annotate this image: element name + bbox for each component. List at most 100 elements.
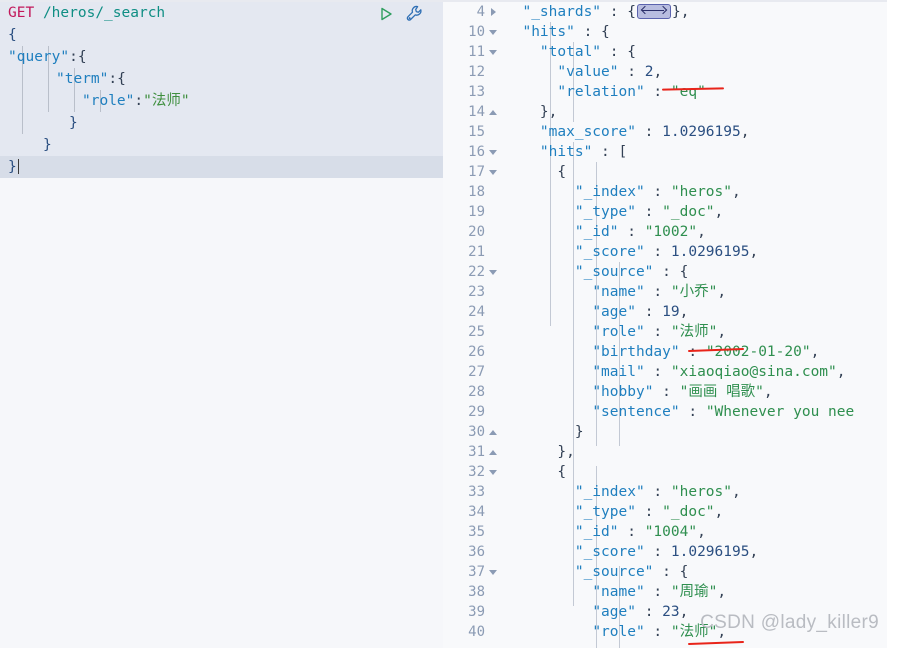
request-line-6[interactable]: } [0, 134, 443, 156]
gutter-row[interactable]: 21 [443, 242, 505, 262]
response-line[interactable]: "name" : "小乔", [505, 282, 726, 302]
response-line[interactable]: "total" : { [505, 42, 636, 62]
fold-toggle-down-icon[interactable] [487, 562, 499, 582]
response-line[interactable]: "birthday" : "2002-01-20", [505, 342, 819, 362]
gutter-row[interactable]: 28 [443, 382, 505, 402]
triangle-up-icon [489, 109, 497, 115]
request-line-3[interactable]: "term":{ [0, 68, 443, 90]
response-viewer-pane[interactable]: 4 10 11 12 13 14 15 16 17 18 19 20 21 22 23 24 25 26 27 28 2… [443, 0, 887, 648]
response-line[interactable]: { [505, 462, 566, 482]
gutter-row[interactable]: 37 [443, 562, 505, 582]
collapsed-fold-placeholder-icon[interactable] [636, 3, 671, 19]
gutter-row[interactable]: 16 [443, 142, 505, 162]
response-line[interactable]: }, [505, 102, 557, 122]
gutter-row[interactable]: 23 [443, 282, 505, 302]
gutter-row[interactable]: 10 [443, 22, 505, 42]
response-line[interactable]: "_index" : "heros", [505, 482, 741, 502]
request-action-buttons[interactable] [377, 4, 425, 24]
response-line[interactable]: "age" : 19, [505, 302, 688, 322]
response-line[interactable]: "value" : 2, [505, 62, 662, 82]
elasticsearch-console: GET /heros/_search { "query":{ "term":{ … [0, 0, 904, 648]
gutter-row[interactable]: 22 [443, 262, 505, 282]
request-line-2[interactable]: "query":{ [0, 46, 443, 68]
gutter-row[interactable]: 14 [443, 102, 505, 122]
request-line-4[interactable]: "role":"法师" [0, 90, 443, 112]
fold-toggle-down-icon[interactable] [487, 162, 499, 182]
request-line-1[interactable]: { [0, 24, 443, 46]
response-line[interactable]: "_score" : 1.0296195, [505, 242, 758, 262]
gutter-row[interactable]: 33 [443, 482, 505, 502]
fold-toggle-up-icon[interactable] [487, 102, 499, 122]
gutter-row[interactable]: 25 [443, 322, 505, 342]
gutter-row[interactable]: 40 [443, 622, 505, 642]
gutter-row[interactable]: 27 [443, 362, 505, 382]
fold-toggle-up-icon[interactable] [487, 422, 499, 442]
gutter-row[interactable]: 11 [443, 42, 505, 62]
play-icon[interactable] [377, 5, 395, 23]
fold-toggle-right-icon[interactable] [487, 2, 499, 22]
response-line[interactable]: "hits" : { [505, 22, 609, 42]
response-line[interactable]: "name" : "周瑜", [505, 582, 726, 602]
response-line[interactable]: "relation" : "eq" [505, 82, 705, 102]
response-line[interactable]: "_shards" : {}, [505, 2, 689, 22]
line-number: 27 [468, 364, 485, 380]
gutter-row[interactable]: 20 [443, 222, 505, 242]
response-line[interactable]: "age" : 23, [505, 602, 688, 622]
line-number: 25 [468, 324, 485, 340]
response-line[interactable]: "_id" : "1002", [505, 222, 706, 242]
gutter-row[interactable]: 26 [443, 342, 505, 362]
request-block[interactable]: GET /heros/_search { "query":{ "term":{ … [0, 2, 443, 178]
fold-toggle-down-icon[interactable] [487, 462, 499, 482]
triangle-down-icon [489, 149, 497, 155]
fold-toggle-down-icon[interactable] [487, 22, 499, 42]
response-line[interactable]: { [505, 162, 566, 182]
gutter-row[interactable]: 18 [443, 182, 505, 202]
response-line[interactable]: "hits" : [ [505, 142, 627, 162]
line-number: 17 [468, 164, 485, 180]
response-line[interactable]: "_score" : 1.0296195, [505, 542, 758, 562]
gutter-row[interactable]: 34 [443, 502, 505, 522]
gutter-row[interactable]: 19 [443, 202, 505, 222]
line-number: 15 [468, 124, 485, 140]
response-line[interactable]: "role" : "法师", [505, 622, 726, 642]
response-line[interactable]: } [505, 422, 584, 442]
response-line[interactable]: "_source" : { [505, 262, 689, 282]
fold-toggle-down-icon[interactable] [487, 142, 499, 162]
request-line-7[interactable]: } [0, 156, 443, 178]
response-line[interactable]: "_type" : "_doc", [505, 502, 723, 522]
gutter-row[interactable]: 30 [443, 422, 505, 442]
gutter-row[interactable]: 24 [443, 302, 505, 322]
response-line[interactable]: "sentence" : "Whenever you nee [505, 402, 854, 422]
gutter-row[interactable]: 39 [443, 602, 505, 622]
gutter-row[interactable]: 12 [443, 62, 505, 82]
response-line[interactable]: }, [505, 442, 574, 462]
fold-toggle-up-icon[interactable] [487, 442, 499, 462]
gutter-row[interactable]: 29 [443, 402, 505, 422]
response-line[interactable]: "_index" : "heros", [505, 182, 741, 202]
line-number: 35 [468, 524, 485, 540]
gutter-row[interactable]: 32 [443, 462, 505, 482]
response-line[interactable]: "role" : "法师", [505, 322, 726, 342]
gutter-row[interactable]: 15 [443, 122, 505, 142]
request-editor-pane[interactable]: GET /heros/_search { "query":{ "term":{ … [0, 0, 443, 648]
response-line[interactable]: "max_score" : 1.0296195, [505, 122, 750, 142]
gutter-row[interactable]: 38 [443, 582, 505, 602]
request-line-5[interactable]: } [0, 112, 443, 134]
response-line[interactable]: "_type" : "_doc", [505, 202, 723, 222]
gutter-row[interactable]: 31 [443, 442, 505, 462]
gutter-row[interactable]: 35 [443, 522, 505, 542]
fold-toggle-down-icon[interactable] [487, 262, 499, 282]
fold-toggle-down-icon[interactable] [487, 42, 499, 62]
gutter-row[interactable]: 36 [443, 542, 505, 562]
line-number: 38 [468, 584, 485, 600]
response-line[interactable]: "_id" : "1004", [505, 522, 706, 542]
gutter-row[interactable]: 17 [443, 162, 505, 182]
response-line[interactable]: "hobby" : "画画 唱歌", [505, 382, 772, 402]
response-line[interactable]: "_source" : { [505, 562, 689, 582]
line-number-gutter[interactable]: 4 10 11 12 13 14 15 16 17 18 19 20 21 22 23 24 25 26 27 28 2… [443, 2, 505, 648]
gutter-row[interactable]: 4 [443, 2, 505, 22]
response-code-area[interactable]: "_shards" : {}, "hits" : { "total" : { "… [505, 2, 887, 648]
response-line[interactable]: "mail" : "xiaoqiao@sina.com", [505, 362, 845, 382]
gutter-row[interactable]: 13 [443, 82, 505, 102]
wrench-icon[interactable] [405, 4, 425, 24]
